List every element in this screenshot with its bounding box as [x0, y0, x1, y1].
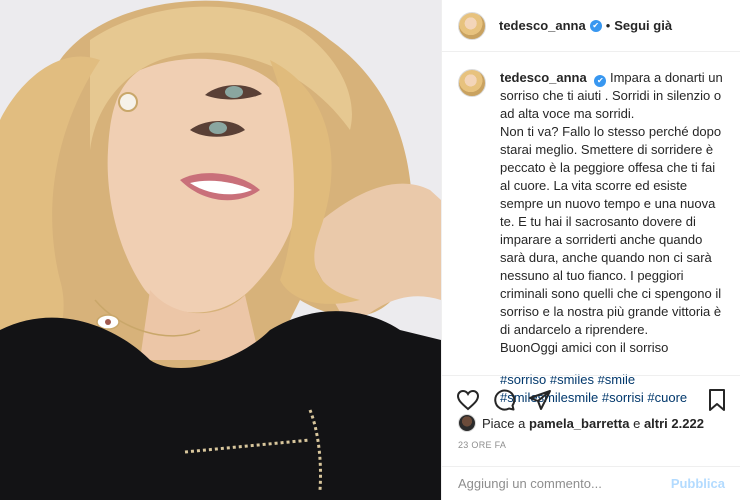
share-icon[interactable] — [528, 388, 552, 412]
caption-text: tedesco_anna ✔ Impara a donarti un sorri… — [500, 69, 725, 405]
liker-username[interactable]: pamela_barretta — [529, 416, 629, 431]
post-photo[interactable] — [0, 0, 441, 500]
caption-area: tedesco_anna ✔ Impara a donarti un sorri… — [442, 53, 740, 405]
likes-others-link[interactable]: altri 2.222 — [644, 416, 704, 431]
post-side-panel: tedesco_anna ✔ • Segui già tedesco_anna … — [441, 0, 740, 500]
caption-line-2: Non ti va? Fallo lo stesso perché dopo s… — [500, 124, 722, 337]
bookmark-icon[interactable] — [705, 388, 729, 412]
caption-username[interactable]: tedesco_anna — [500, 70, 587, 85]
liker-avatar[interactable] — [458, 414, 476, 432]
likes-summary: Piace a pamela_barretta e altri 2.222 — [458, 413, 704, 433]
comment-form: Pubblica — [442, 466, 740, 500]
action-bar — [442, 375, 740, 415]
comment-input[interactable] — [458, 476, 671, 491]
portrait-illustration — [0, 0, 441, 500]
verified-badge-icon: ✔ — [589, 19, 602, 32]
post-timestamp[interactable]: 23 ORE FA — [458, 440, 506, 450]
caption-avatar[interactable] — [458, 69, 486, 97]
comment-icon[interactable] — [492, 388, 516, 412]
avatar[interactable] — [458, 11, 486, 40]
likes-prefix: Piace a — [482, 415, 526, 431]
header-username[interactable]: tedesco_anna — [499, 18, 586, 33]
separator-dot: • — [605, 18, 611, 33]
heart-icon[interactable] — [456, 388, 480, 412]
verified-badge-icon: ✔ — [594, 75, 607, 87]
likes-middle: e — [633, 415, 641, 431]
publish-button[interactable]: Pubblica — [671, 476, 725, 491]
post-header: tedesco_anna ✔ • Segui già — [442, 0, 740, 52]
caption-line-3: BuonOggi amici con il sorriso — [500, 340, 669, 355]
follow-button[interactable]: Segui già — [614, 18, 672, 33]
